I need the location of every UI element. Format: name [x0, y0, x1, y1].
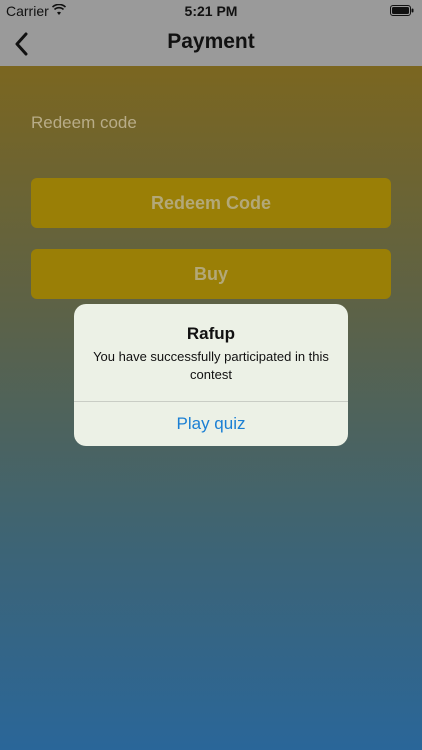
alert-dialog: Rafup You have successfully participated…	[74, 304, 348, 446]
play-quiz-label: Play quiz	[176, 414, 246, 433]
alert-title: Rafup	[186, 324, 236, 343]
status-bar: Carrier 5:21 PM	[0, 0, 422, 22]
status-time: 5:21 PM	[184, 3, 238, 19]
redeem-code-button[interactable]: Redeem Code	[31, 178, 391, 228]
redeem-code-input[interactable]: Redeem code	[31, 108, 391, 138]
play-quiz-button[interactable]: Play quiz	[74, 402, 348, 446]
navigation-bar: Payment	[0, 22, 422, 66]
alert-message: You have successfully participated in th…	[93, 349, 329, 382]
page-title: Payment	[167, 30, 255, 53]
buy-button-label: Buy	[193, 263, 228, 284]
buy-button[interactable]: Buy	[31, 249, 391, 299]
battery-icon	[390, 5, 414, 16]
redeem-code-button-label: Redeem Code	[150, 192, 272, 213]
payment-screen: Carrier 5:21 PM Payment Redeem code Rede…	[0, 0, 422, 750]
